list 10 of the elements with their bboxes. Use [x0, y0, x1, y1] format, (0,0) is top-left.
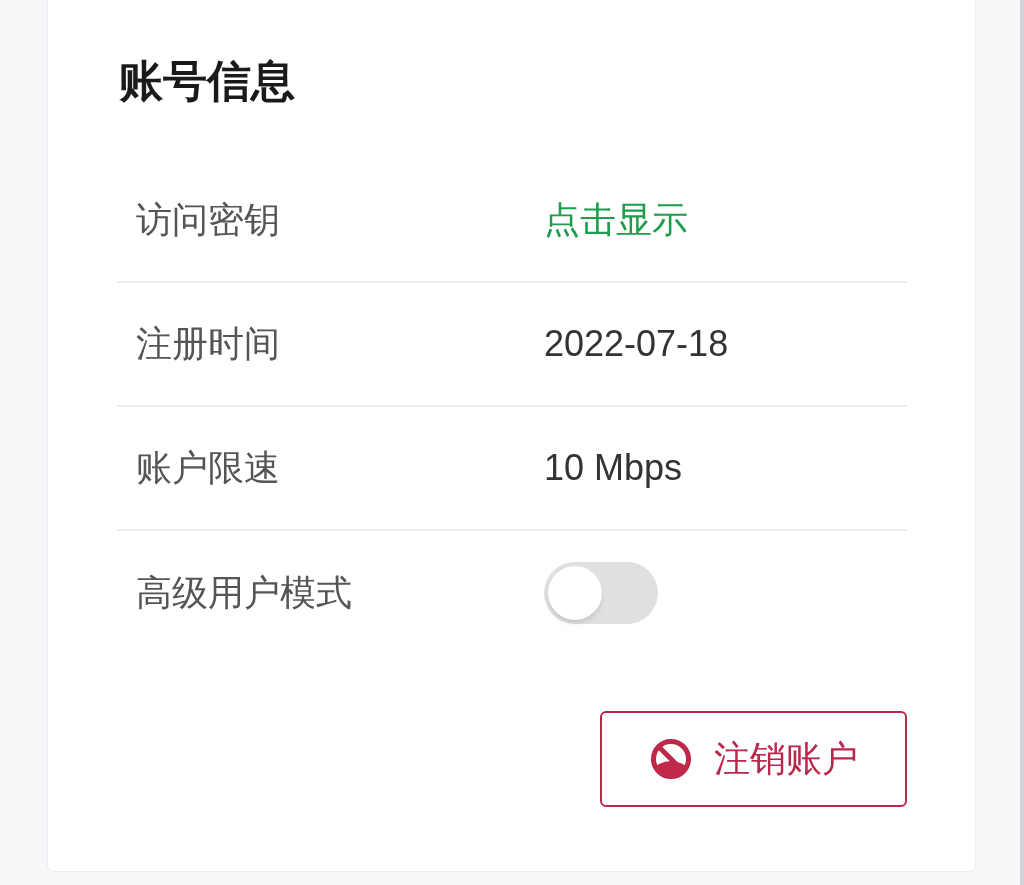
field-label: 账户限速 — [136, 446, 281, 490]
field-label: 注册时间 — [136, 322, 281, 366]
deactivate-button[interactable]: 注销账户 — [600, 711, 907, 807]
reveal-link[interactable]: 点击显示 — [544, 193, 688, 247]
field-value: 2022-07-18 — [544, 322, 729, 366]
field-label: 高级用户模式 — [136, 571, 353, 615]
field-value: 10 Mbps — [544, 446, 683, 490]
card-title: 账号信息 — [119, 55, 295, 107]
field-label: 访问密钥 — [136, 198, 281, 242]
prohibited-icon — [649, 738, 692, 780]
